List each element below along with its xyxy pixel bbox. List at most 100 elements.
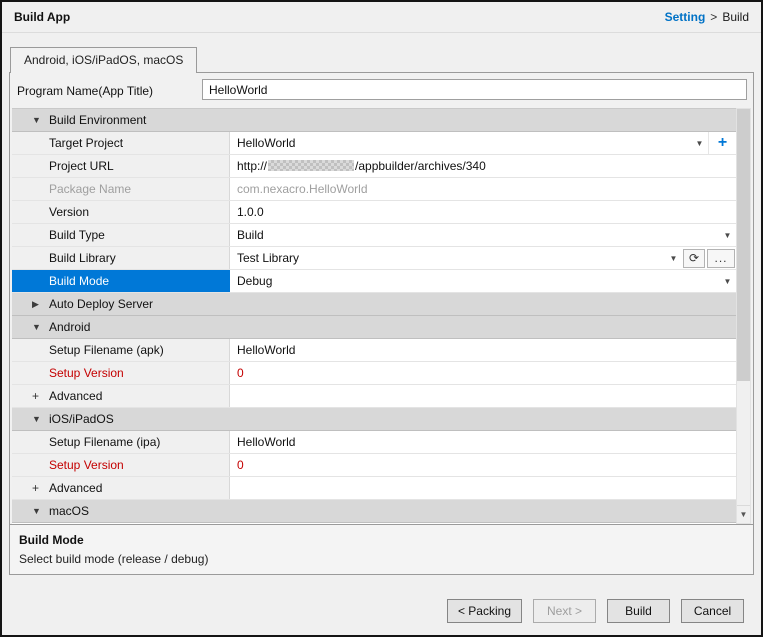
row-label[interactable]: Package Name bbox=[12, 178, 230, 200]
grid-row-version: Version 1.0.0 bbox=[12, 201, 736, 224]
row-label-text: Setup Filename (ipa) bbox=[49, 435, 160, 449]
row-value[interactable]: Test Library▼⟳... bbox=[230, 247, 736, 269]
next-button[interactable]: Next > bbox=[533, 599, 596, 623]
row-value-text: 0 bbox=[237, 458, 736, 472]
grid-row-project-url: Project URL http:///appbuilder/archives/3… bbox=[12, 155, 736, 178]
row-value[interactable]: com.nexacro.HelloWorld bbox=[230, 178, 736, 200]
row-label-text: Build Library bbox=[49, 251, 116, 265]
collapse-icon[interactable]: ▼ bbox=[32, 506, 49, 516]
grid-row-advanced: +Advanced bbox=[12, 385, 736, 408]
row-value-text: Debug bbox=[237, 274, 719, 288]
expand-icon[interactable]: + bbox=[32, 389, 49, 403]
section-row-macos[interactable]: ▼macOS bbox=[12, 500, 736, 523]
row-label-text: Package Name bbox=[49, 182, 131, 196]
section-label: iOS/iPadOS bbox=[49, 412, 114, 426]
cancel-button[interactable]: Cancel bbox=[681, 599, 744, 623]
grid-scrollbar[interactable]: ▼ bbox=[736, 108, 751, 524]
grid-row-target-project: Target Project HelloWorld▼+ bbox=[12, 132, 736, 155]
row-label-text: Setup Version bbox=[49, 366, 124, 380]
grid-row-advanced: +Advanced bbox=[12, 477, 736, 500]
row-label[interactable]: Target Project bbox=[12, 132, 230, 154]
dropdown-button[interactable]: ▼ bbox=[691, 132, 708, 154]
row-label[interactable]: Version bbox=[12, 201, 230, 223]
row-value[interactable] bbox=[230, 477, 736, 499]
row-label-text: Advanced bbox=[49, 481, 102, 495]
dropdown-button[interactable]: ▼ bbox=[665, 247, 682, 269]
dialog-footer: < Packing Next > Build Cancel bbox=[447, 599, 744, 623]
row-value[interactable]: HelloWorld bbox=[230, 431, 736, 453]
row-value[interactable]: http:///appbuilder/archives/340 bbox=[230, 155, 736, 177]
expand-icon[interactable]: + bbox=[32, 481, 49, 495]
row-value[interactable]: 1.0.0 bbox=[230, 201, 736, 223]
add-button[interactable]: + bbox=[708, 132, 736, 154]
section-row-auto-deploy-server[interactable]: ▶Auto Deploy Server bbox=[12, 293, 736, 316]
row-label[interactable]: +Advanced bbox=[12, 477, 230, 499]
collapse-icon[interactable]: ▼ bbox=[32, 414, 49, 424]
property-grid: ▼Build Environment Target Project HelloWor… bbox=[12, 108, 736, 525]
section-row-build-environment[interactable]: ▼Build Environment bbox=[12, 109, 736, 132]
dropdown-button[interactable]: ▼ bbox=[719, 270, 736, 292]
packing-button[interactable]: < Packing bbox=[447, 599, 522, 623]
row-value-text: HelloWorld bbox=[237, 136, 691, 150]
row-label[interactable]: Setup Version bbox=[12, 362, 230, 384]
refresh-button[interactable]: ⟳ bbox=[683, 249, 705, 268]
grid-row-setup-version: Setup Version 0 bbox=[12, 362, 736, 385]
build-app-dialog: Build App Setting > Build Android, iOS/i… bbox=[0, 0, 763, 637]
collapse-icon[interactable]: ▼ bbox=[32, 322, 49, 332]
row-label-text: Advanced bbox=[49, 389, 102, 403]
breadcrumb-setting-link[interactable]: Setting bbox=[665, 10, 706, 24]
row-label-text: Build Mode bbox=[49, 274, 109, 288]
row-value[interactable]: HelloWorld bbox=[230, 339, 736, 361]
row-label[interactable]: Build Type bbox=[12, 224, 230, 246]
row-value-text: Test Library bbox=[237, 251, 665, 265]
chevron-down-icon: ▼ bbox=[740, 510, 748, 519]
section-label: macOS bbox=[49, 504, 89, 518]
dropdown-button[interactable]: ▼ bbox=[719, 224, 736, 246]
row-value[interactable]: 0 bbox=[230, 454, 736, 476]
row-value[interactable] bbox=[230, 385, 736, 407]
row-value[interactable]: Build▼ bbox=[230, 224, 736, 246]
row-label-text: Build Type bbox=[49, 228, 105, 242]
grid-row-build-type: Build Type Build▼ bbox=[12, 224, 736, 247]
section-label: Android bbox=[49, 320, 90, 334]
build-button[interactable]: Build bbox=[607, 599, 670, 623]
section-label: Auto Deploy Server bbox=[49, 297, 153, 311]
row-label-text: Setup Filename (apk) bbox=[49, 343, 164, 357]
row-label-text: Target Project bbox=[49, 136, 123, 150]
tab-android-ios-macos[interactable]: Android, iOS/iPadOS, macOS bbox=[10, 47, 197, 73]
row-value-text: 1.0.0 bbox=[237, 205, 736, 219]
row-value[interactable]: 0 bbox=[230, 362, 736, 384]
row-value-text: http:///appbuilder/archives/340 bbox=[237, 159, 736, 173]
row-value-text: HelloWorld bbox=[237, 435, 736, 449]
scrollbar-thumb[interactable] bbox=[737, 109, 750, 381]
property-description-panel: Build Mode Select build mode (release / … bbox=[10, 524, 753, 574]
redacted-text bbox=[268, 160, 354, 171]
row-label-text: Setup Version bbox=[49, 458, 124, 472]
section-row-android[interactable]: ▼Android bbox=[12, 316, 736, 339]
scroll-down-button[interactable]: ▼ bbox=[737, 505, 750, 523]
row-label[interactable]: Build Mode bbox=[12, 270, 230, 292]
property-description-title: Build Mode bbox=[19, 533, 744, 547]
breadcrumb-current: Build bbox=[722, 10, 749, 24]
more-button[interactable]: ... bbox=[707, 249, 735, 268]
row-label[interactable]: Setup Version bbox=[12, 454, 230, 476]
grid-row-setup-filename-ipa: Setup Filename (ipa) HelloWorld bbox=[12, 431, 736, 454]
grid-row-setup-version: Setup Version 0 bbox=[12, 454, 736, 477]
row-label[interactable]: +Advanced bbox=[12, 385, 230, 407]
grid-row-build-library: Build Library Test Library▼⟳... bbox=[12, 247, 736, 270]
grid-row-setup-filename-apk: Setup Filename (apk) HelloWorld bbox=[12, 339, 736, 362]
row-label[interactable]: Build Library bbox=[12, 247, 230, 269]
breadcrumb: Setting > Build bbox=[665, 10, 749, 24]
row-label[interactable]: Project URL bbox=[12, 155, 230, 177]
section-row-ios-ipados[interactable]: ▼iOS/iPadOS bbox=[12, 408, 736, 431]
program-name-label: Program Name(App Title) bbox=[17, 84, 153, 98]
row-value-text: 0 bbox=[237, 366, 736, 380]
row-value[interactable]: HelloWorld▼+ bbox=[230, 132, 736, 154]
row-value[interactable]: Debug▼ bbox=[230, 270, 736, 292]
collapse-icon[interactable]: ▼ bbox=[32, 115, 49, 125]
dialog-title: Build App bbox=[14, 10, 70, 24]
row-label[interactable]: Setup Filename (ipa) bbox=[12, 431, 230, 453]
program-name-input[interactable] bbox=[202, 79, 747, 100]
row-label[interactable]: Setup Filename (apk) bbox=[12, 339, 230, 361]
expand-icon[interactable]: ▶ bbox=[32, 299, 49, 310]
